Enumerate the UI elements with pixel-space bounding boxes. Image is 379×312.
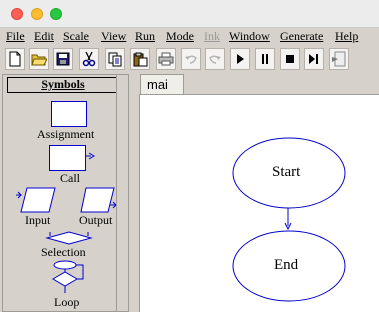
- new-file-icon: [9, 51, 21, 67]
- end-node-label: End: [274, 257, 299, 273]
- title-bar: [0, 0, 379, 28]
- menu-mode[interactable]: Mode: [166, 29, 194, 44]
- call-icon: [49, 145, 95, 171]
- step-button[interactable]: [304, 48, 324, 70]
- menu-help[interactable]: Help: [335, 29, 358, 44]
- pause-button[interactable]: [255, 48, 275, 70]
- symbols-title: Symbols: [7, 77, 119, 93]
- step-into-button[interactable]: [329, 48, 349, 70]
- loop-icon: [52, 260, 84, 293]
- output-label: Output: [79, 213, 113, 227]
- menu-ink[interactable]: Ink: [204, 29, 220, 44]
- menu-view[interactable]: View: [101, 29, 126, 44]
- new-file-button[interactable]: [5, 48, 25, 70]
- symbols-panel: Symbols Assignment Call Input Output Sel…: [2, 74, 129, 312]
- zoom-window-button[interactable]: [50, 8, 62, 20]
- menu-edit[interactable]: Edit: [34, 29, 54, 44]
- step-icon: [309, 54, 318, 64]
- cut-icon: [82, 51, 96, 67]
- save-button[interactable]: [53, 48, 73, 70]
- step-into-icon: [332, 51, 346, 67]
- tab-main[interactable]: mai: [140, 74, 184, 94]
- menu-window[interactable]: Window: [229, 29, 270, 44]
- input-parallelogram-icon: [16, 187, 56, 213]
- selection-label: Selection: [41, 245, 86, 259]
- undo-button[interactable]: [181, 48, 201, 70]
- open-folder-icon: [31, 54, 47, 66]
- cut-button[interactable]: [79, 48, 99, 70]
- menu-run[interactable]: Run: [135, 29, 155, 44]
- menu-generate[interactable]: Generate: [280, 29, 323, 44]
- start-node-label: Start: [272, 164, 301, 180]
- loop-label: Loop: [54, 295, 80, 309]
- input-label: Input: [25, 213, 51, 227]
- flowchart-drawing: [232, 137, 346, 302]
- assignment-label: Assignment: [37, 127, 95, 141]
- close-window-button[interactable]: [11, 8, 23, 20]
- copy-button[interactable]: [105, 48, 125, 70]
- redo-button[interactable]: [205, 48, 225, 70]
- run-button[interactable]: [230, 48, 250, 70]
- stop-icon: [286, 55, 294, 63]
- save-icon: [56, 52, 70, 66]
- copy-icon: [108, 52, 121, 66]
- flowchart-canvas[interactable]: Start End: [139, 94, 379, 312]
- menu-scale[interactable]: Scale: [63, 29, 89, 44]
- rectangle-icon: [51, 101, 87, 127]
- pause-icon: [262, 54, 268, 64]
- stop-button[interactable]: [280, 48, 300, 70]
- sidebar-scrollbar[interactable]: [116, 75, 128, 311]
- minimize-window-button[interactable]: [31, 8, 43, 20]
- call-label: Call: [60, 171, 80, 185]
- open-button[interactable]: [29, 48, 49, 70]
- loop-symbol[interactable]: [49, 259, 89, 300]
- redo-icon: [209, 55, 221, 64]
- paste-button[interactable]: [130, 48, 150, 70]
- selection-diamond-icon: [45, 231, 93, 245]
- menu-file[interactable]: File: [6, 29, 25, 44]
- play-icon: [237, 54, 244, 64]
- print-icon: [158, 52, 174, 66]
- undo-icon: [185, 55, 197, 64]
- menu-bar: File Edit Scale View Run Mode Ink Window…: [0, 28, 379, 45]
- paste-icon: [133, 52, 147, 66]
- toolbar: [0, 46, 379, 72]
- print-button[interactable]: [156, 48, 176, 70]
